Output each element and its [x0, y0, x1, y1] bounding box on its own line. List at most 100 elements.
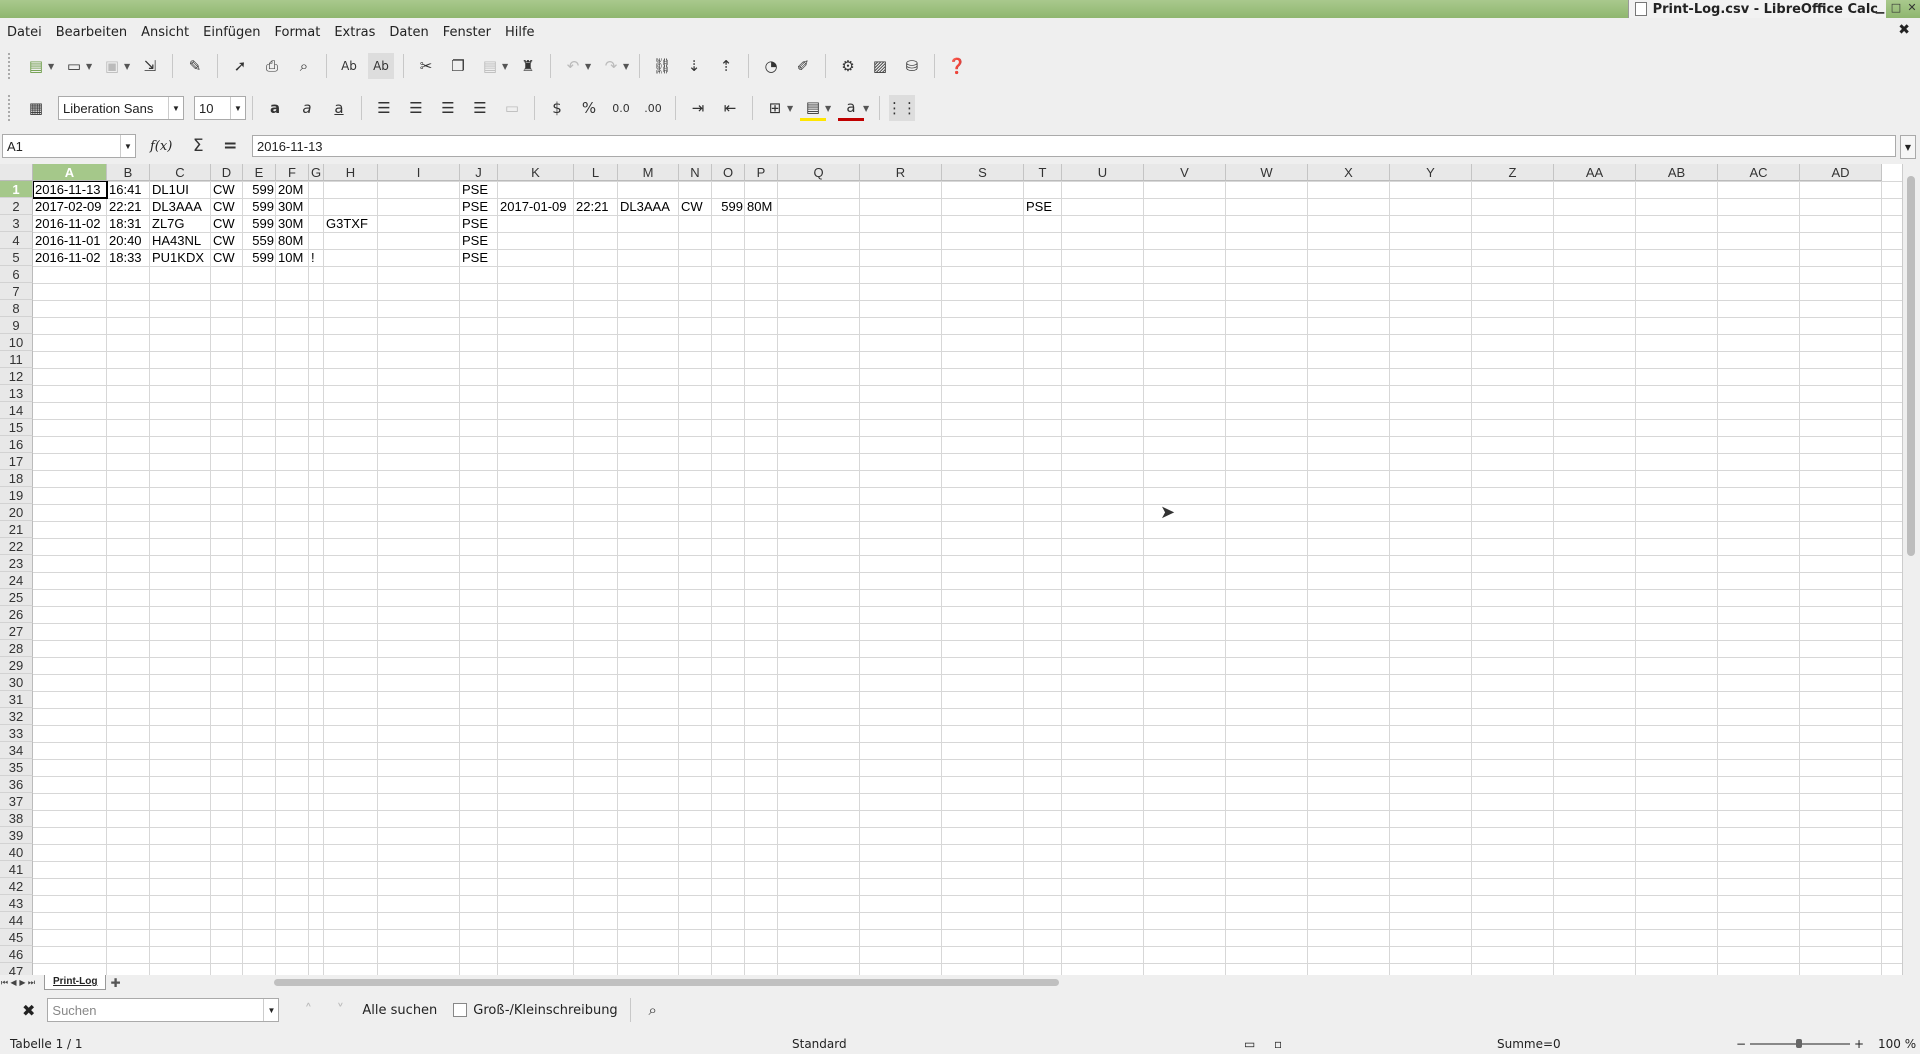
find-next-icon[interactable]: ˅	[327, 997, 353, 1023]
decimal-format-icon[interactable]: 0.0	[608, 95, 634, 121]
table-cell[interactable]: CW	[211, 232, 243, 249]
equals-icon[interactable]: =	[217, 133, 243, 159]
page-style[interactable]: Standard	[792, 1037, 847, 1051]
column-header[interactable]: F	[276, 164, 309, 181]
column-header[interactable]: G	[309, 164, 324, 181]
background-dropdown-icon[interactable]: ▼	[825, 104, 835, 113]
chevron-down-icon[interactable]: ▼	[230, 97, 245, 119]
zoom-out-icon[interactable]: −	[1736, 1037, 1746, 1051]
row-header[interactable]: 45	[0, 929, 33, 946]
justify-icon[interactable]: ☰	[467, 95, 493, 121]
column-header[interactable]: M	[618, 164, 679, 181]
gridlines-icon[interactable]: ⋮⋮	[887, 95, 917, 121]
table-cell[interactable]: 80M	[745, 198, 778, 215]
column-header[interactable]: L	[574, 164, 618, 181]
table-cell[interactable]: 22:21	[107, 198, 150, 215]
function-wizard-icon[interactable]: f(x)	[150, 139, 172, 154]
table-cell[interactable]: CW	[679, 198, 712, 215]
row-header[interactable]: 8	[0, 300, 33, 317]
menu-hilfe[interactable]: Hilfe	[498, 25, 542, 40]
table-cell[interactable]: 30M	[276, 198, 309, 215]
column-header[interactable]: R	[860, 164, 942, 181]
cut-icon[interactable]: ✂	[413, 53, 439, 79]
row-header[interactable]: 15	[0, 419, 33, 436]
underline-icon[interactable]: a	[326, 95, 352, 121]
new-dropdown-icon[interactable]: ▼	[48, 62, 58, 71]
table-cell[interactable]: 2017-02-09	[33, 198, 107, 215]
table-cell[interactable]: DL3AAA	[150, 198, 211, 215]
currency-icon[interactable]: $	[544, 95, 570, 121]
add-decimal-icon[interactable]: .00	[640, 95, 666, 121]
sheet-tab[interactable]: Print-Log	[44, 975, 107, 990]
menu-format[interactable]: Format	[268, 25, 328, 40]
align-center-icon[interactable]: ☰	[403, 95, 429, 121]
background-color-icon[interactable]: ▤	[800, 96, 826, 121]
row-header[interactable]: 35	[0, 759, 33, 776]
table-cell[interactable]: CW	[211, 249, 243, 266]
undo-dropdown-icon[interactable]: ▼	[585, 62, 595, 71]
table-cell[interactable]: 2016-11-02	[33, 215, 107, 232]
table-cell[interactable]: 599	[243, 215, 276, 232]
row-header[interactable]: 43	[0, 895, 33, 912]
column-header[interactable]: O	[712, 164, 745, 181]
font-size-combo[interactable]: 10 ▼	[194, 96, 246, 120]
close-find-icon[interactable]: ✖	[22, 1001, 35, 1020]
column-header[interactable]: J	[460, 164, 498, 181]
chart-icon[interactable]: ◔	[758, 53, 784, 79]
autospellcheck-icon[interactable]: Ab	[368, 53, 394, 79]
table-cell[interactable]: DL1UI	[150, 181, 211, 198]
italic-icon[interactable]: a	[294, 95, 320, 121]
row-header[interactable]: 34	[0, 742, 33, 759]
cells-area[interactable]: 2016-11-13 16:41 DL1UI CW 599 20M PSE 2017-02-0…	[33, 181, 1903, 975]
table-cell[interactable]: !	[309, 249, 324, 266]
table-cell[interactable]: 2016-11-02	[33, 249, 107, 266]
horizontal-scroll-thumb[interactable]	[274, 979, 1059, 986]
close-window-icon[interactable]: ✕	[1906, 1, 1918, 15]
row-header[interactable]: 36	[0, 776, 33, 793]
row-header[interactable]: 21	[0, 521, 33, 538]
column-header[interactable]: AB	[1636, 164, 1718, 181]
column-header[interactable]: P	[745, 164, 778, 181]
copy-icon[interactable]: ❐	[445, 53, 471, 79]
search-icon[interactable]: ⌕	[640, 997, 666, 1023]
align-right-icon[interactable]: ☰	[435, 95, 461, 121]
column-header[interactable]: AD	[1800, 164, 1882, 181]
sort-descending-icon[interactable]: ⇡	[713, 53, 739, 79]
column-header[interactable]: I	[378, 164, 460, 181]
row-header[interactable]: 3	[0, 215, 33, 232]
table-cell[interactable]: PSE	[1024, 198, 1062, 215]
font-color-icon[interactable]: a	[838, 96, 864, 121]
table-cell[interactable]: PSE	[460, 181, 498, 198]
table-cell[interactable]: 599	[712, 198, 745, 215]
column-header[interactable]: X	[1308, 164, 1390, 181]
last-sheet-icon[interactable]: ⏭	[27, 977, 36, 989]
save-icon[interactable]: ▣	[99, 53, 125, 79]
print-preview-icon[interactable]: ⌕	[291, 53, 317, 79]
hyperlink-icon[interactable]: ⛓	[649, 53, 675, 79]
column-header[interactable]: V	[1144, 164, 1226, 181]
zoom-level[interactable]: 100 %	[1878, 1037, 1916, 1051]
formula-input[interactable]: 2016-11-13	[252, 135, 1896, 157]
save-dropdown-icon[interactable]: ▼	[124, 62, 134, 71]
menu-bearbeiten[interactable]: Bearbeiten	[49, 25, 134, 40]
zoom-slider-knob[interactable]	[1796, 1039, 1802, 1048]
find-all-button[interactable]: Alle suchen	[362, 1003, 437, 1018]
column-header[interactable]: Z	[1472, 164, 1554, 181]
table-cell[interactable]: CW	[211, 198, 243, 215]
row-header[interactable]: 18	[0, 470, 33, 487]
horizontal-scrollbar[interactable]	[270, 978, 1900, 987]
vertical-scroll-thumb[interactable]	[1907, 176, 1915, 556]
table-cell[interactable]: ZL7G	[150, 215, 211, 232]
column-header[interactable]: Y	[1390, 164, 1472, 181]
column-header[interactable]: Q	[778, 164, 860, 181]
table-cell[interactable]: 20M	[276, 181, 309, 198]
table-cell[interactable]: 599	[243, 198, 276, 215]
row-header[interactable]: 13	[0, 385, 33, 402]
sort-ascending-icon[interactable]: ⇣	[681, 53, 707, 79]
edit-mode-icon[interactable]: ✎	[182, 53, 208, 79]
maximize-icon[interactable]: □	[1890, 1, 1902, 15]
merge-cells-icon[interactable]: ▭	[499, 95, 525, 121]
row-header[interactable]: 37	[0, 793, 33, 810]
column-header[interactable]: E	[243, 164, 276, 181]
table-cell[interactable]: PSE	[460, 249, 498, 266]
